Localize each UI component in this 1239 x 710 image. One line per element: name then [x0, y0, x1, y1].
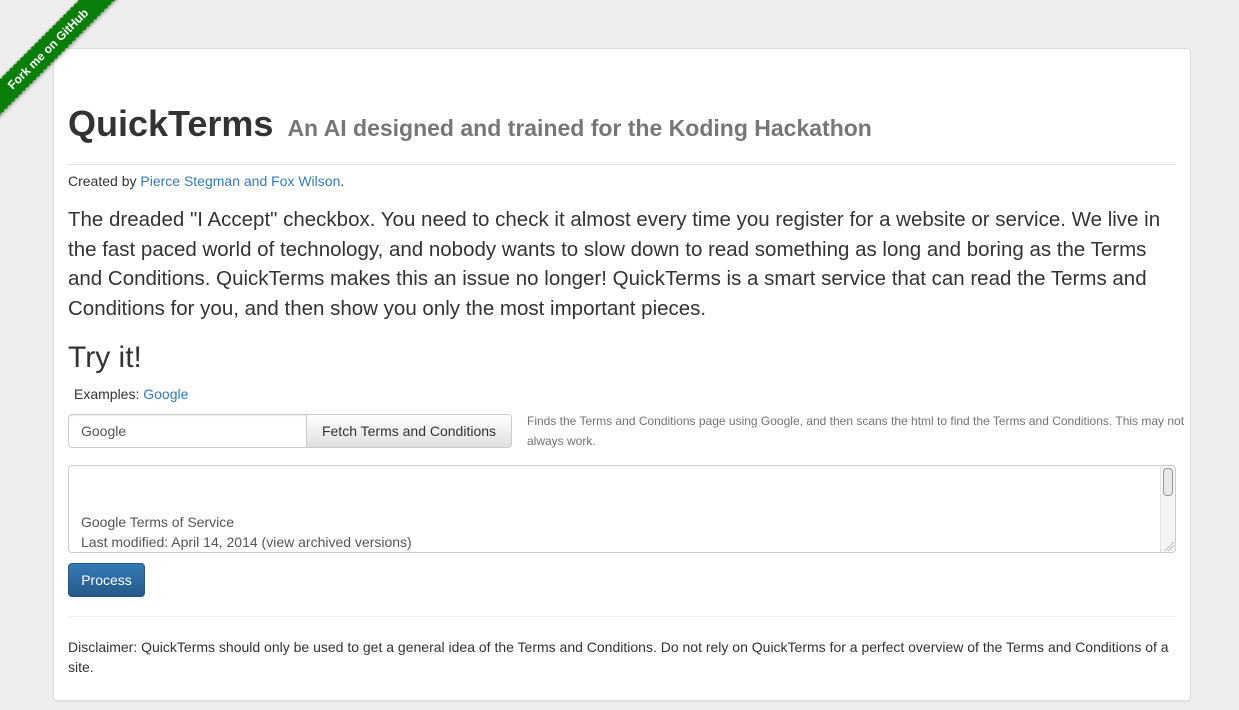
scrollbar-thumb[interactable] [1163, 468, 1173, 496]
resize-grip-icon[interactable] [1165, 542, 1174, 551]
textarea-scrollbar[interactable] [1160, 466, 1175, 552]
examples-line: Examples: Google [74, 384, 188, 404]
terms-textarea[interactable]: Google Terms of Service Last modified: A… [68, 465, 1176, 553]
disclaimer-text: Disclaimer: QuickTerms should only be us… [68, 639, 1169, 675]
try-it-heading: Try it! [68, 341, 142, 374]
fetch-terms-button[interactable]: Fetch Terms and Conditions [306, 414, 512, 448]
site-name-input[interactable] [68, 414, 306, 448]
github-ribbon-container: Fork me on GitHub [0, 0, 150, 150]
page-subtitle: An AI designed and trained for the Kodin… [287, 115, 872, 141]
terms-line-modified: Last modified: April 14, 2014 (view arch… [81, 534, 412, 550]
process-button[interactable]: Process [68, 563, 145, 597]
credits-prefix: Created by [68, 173, 141, 189]
terms-line-title: Google Terms of Service [81, 514, 235, 530]
main-panel: QuickTerms An AI designed and trained fo… [53, 48, 1191, 701]
example-google-link[interactable]: Google [143, 386, 188, 402]
examples-label: Examples: [74, 386, 144, 402]
terms-textarea-content: Google Terms of Service Last modified: A… [81, 512, 412, 552]
fetch-input-group: Fetch Terms and Conditions [68, 414, 512, 448]
page-title: QuickTerms An AI designed and trained fo… [68, 104, 1176, 148]
page-header: QuickTerms An AI designed and trained fo… [68, 104, 1176, 165]
credits-line: Created by Pierce Stegman and Fox Wilson… [68, 171, 344, 191]
fork-me-on-github-ribbon[interactable]: Fork me on GitHub [0, 0, 125, 126]
authors-link[interactable]: Pierce Stegman and Fox Wilson [140, 173, 340, 189]
credits-suffix: . [340, 173, 345, 189]
section-divider [68, 616, 1176, 617]
intro-paragraph: The dreaded "I Accept" checkbox. You nee… [68, 208, 1161, 320]
fetch-help-text: Finds the Terms and Conditions page usin… [527, 414, 1185, 448]
